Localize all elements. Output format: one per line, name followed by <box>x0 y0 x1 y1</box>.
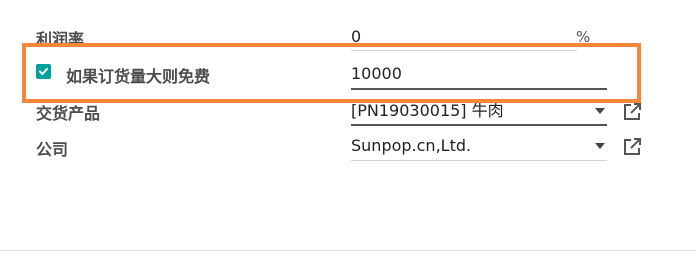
external-link-icon[interactable] <box>622 137 642 157</box>
percent-unit: % <box>576 28 591 46</box>
external-link-icon[interactable] <box>622 102 642 122</box>
company-label: 公司 <box>36 140 69 159</box>
chevron-down-icon[interactable] <box>595 108 605 114</box>
profit-rate-input[interactable]: 0 <box>351 22 577 51</box>
check-icon <box>39 68 48 75</box>
profit-rate-label: 利润率 <box>36 30 85 49</box>
chevron-down-icon[interactable] <box>595 143 605 149</box>
free-if-large-label: 如果订货量大则免费 <box>66 67 211 86</box>
delivery-product-value: [PN19030015] 牛肉 <box>351 101 504 120</box>
delivery-product-select[interactable]: [PN19030015] 牛肉 <box>351 96 607 126</box>
company-value: Sunpop.cn,Ltd. <box>351 136 472 155</box>
company-select[interactable]: Sunpop.cn,Ltd. <box>351 132 607 161</box>
order-threshold-value: 10000 <box>351 64 402 83</box>
form-page: 利润率 0 % 如果订货量大则免费 10000 交货产品 [PN19030015… <box>0 0 696 259</box>
free-if-large-checkbox[interactable] <box>36 64 51 79</box>
bottom-divider <box>0 250 696 251</box>
order-threshold-input[interactable]: 10000 <box>351 58 607 90</box>
profit-rate-value: 0 <box>351 27 362 46</box>
delivery-product-label: 交货产品 <box>36 104 101 123</box>
